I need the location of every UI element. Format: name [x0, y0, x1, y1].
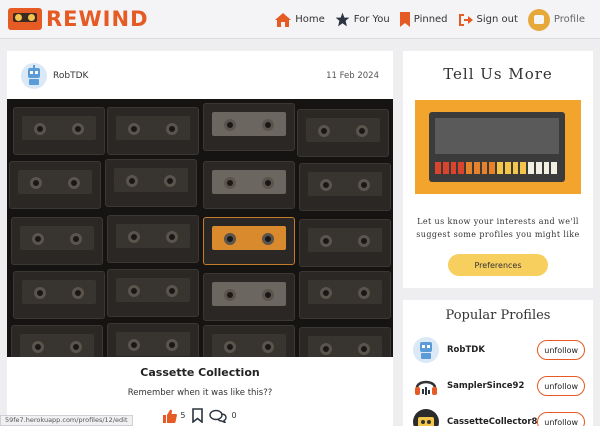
profile-name[interactable]: CassetteCollector86 — [447, 417, 543, 426]
nav-pinned[interactable]: Pinned — [399, 12, 448, 27]
like-count: 5 — [180, 411, 186, 420]
profile-avatar[interactable] — [413, 337, 439, 363]
nav-for-you[interactable]: For You — [335, 12, 390, 27]
unfollow-button[interactable]: unfollow — [537, 376, 585, 396]
thumbs-up-icon — [163, 409, 178, 423]
comment-button[interactable]: 0 — [208, 409, 237, 423]
nav-home[interactable]: Home — [275, 12, 325, 27]
profile-name[interactable]: SamplerSince92 — [447, 381, 524, 391]
post-image[interactable] — [7, 99, 393, 357]
unfollow-button[interactable]: unfollow — [537, 412, 585, 426]
navbar: REWIND Home For You Pinned Sign out Prof… — [0, 0, 600, 39]
post-title: Cassette Collection — [140, 366, 260, 379]
post-date: 11 Feb 2024 — [326, 71, 379, 81]
status-bar-url: 59fe7.herokuapp.com/profiles/12/edit — [0, 415, 133, 426]
comment-count: 0 — [231, 411, 237, 420]
profile-avatar — [527, 8, 550, 31]
nav-profile-label: Profile — [553, 14, 585, 25]
nav-links: Home For You Pinned Sign out Profile — [265, 0, 585, 39]
drum-machine-image — [415, 100, 581, 194]
star-icon — [335, 12, 350, 27]
bookmark-icon — [399, 12, 410, 27]
headphones-icon — [415, 380, 437, 395]
cassette-logo-icon — [8, 8, 42, 30]
robot-icon — [420, 342, 432, 359]
cassette-player-icon — [418, 417, 434, 426]
comments-icon — [208, 409, 227, 423]
home-icon — [275, 12, 292, 27]
post-caption: Remember when it was like this?? — [127, 388, 273, 398]
like-button[interactable]: 5 — [163, 409, 186, 423]
robot-icon — [28, 65, 40, 85]
nav-home-label: Home — [295, 14, 325, 25]
post-author[interactable]: RobTDK — [53, 71, 88, 81]
preferences-button[interactable]: Preferences — [448, 254, 548, 276]
popular-profiles-title: Popular Profiles — [445, 308, 551, 323]
profile-avatar[interactable] — [413, 373, 439, 399]
nav-sign-out[interactable]: Sign out — [458, 13, 518, 27]
nav-sign-out-label: Sign out — [476, 14, 518, 25]
post-card: RobTDK 11 Feb 2024 Cassette Collection R… — [7, 51, 393, 426]
nav-profile[interactable]: Profile — [527, 8, 585, 31]
profile-name[interactable]: RobTDK — [447, 345, 485, 355]
profile-row: CassetteCollector86 unfollow — [413, 409, 585, 426]
tell-us-more-title: Tell Us More — [443, 65, 553, 83]
profile-avatar[interactable] — [413, 409, 439, 426]
profile-row: RobTDK unfollow — [413, 337, 585, 363]
author-avatar[interactable] — [21, 63, 47, 89]
profile-row: SamplerSince92 unfollow — [413, 373, 585, 399]
tell-us-more-card: Tell Us More Let us know your interests … — [403, 51, 593, 288]
sign-out-icon — [458, 13, 473, 26]
post-header: RobTDK 11 Feb 2024 — [21, 63, 381, 89]
brand-name: REWIND — [46, 7, 149, 31]
bookmark-outline-icon — [191, 408, 203, 423]
nav-for-you-label: For You — [353, 14, 390, 25]
nav-pinned-label: Pinned — [413, 14, 448, 25]
tell-us-more-text: Let us know your interests and we'll sug… — [416, 217, 580, 239]
brand[interactable]: REWIND — [8, 7, 149, 31]
unfollow-button[interactable]: unfollow — [537, 340, 585, 360]
bookmark-button[interactable] — [191, 408, 203, 423]
popular-profiles-card: Popular Profiles RobTDK unfollow Sampler… — [403, 300, 593, 426]
